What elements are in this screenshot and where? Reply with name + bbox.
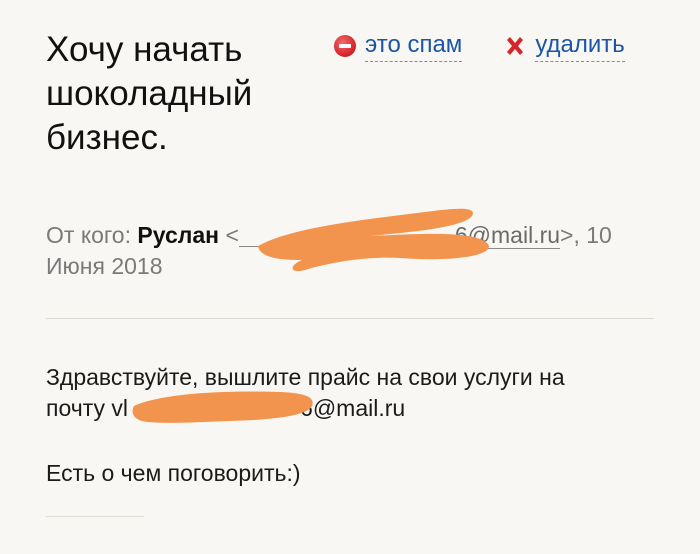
- message-body: Здравствуйте, вышлите прайс на свои услу…: [46, 362, 666, 489]
- spam-button-label: это спам: [365, 30, 463, 62]
- body-paragraph-2: Есть о чем поговорить:): [46, 460, 301, 486]
- message-subject: Хочу начать шоколадный бизнес.: [46, 30, 253, 157]
- footer-divider: [46, 516, 144, 517]
- body-paragraph-1: Здравствуйте, вышлите прайс на свои услу…: [46, 362, 666, 424]
- body-line-1: Здравствуйте, вышлите прайс на свои услу…: [46, 364, 565, 390]
- body-line-2-suffix: 6@mail.ru: [300, 395, 406, 421]
- sender-email-link[interactable]: 6@mail.ru: [454, 222, 561, 249]
- delete-icon: [507, 37, 524, 55]
- body-line-2-prefix: почту vl: [46, 395, 129, 421]
- header-divider: [46, 318, 654, 319]
- from-label: От кого:: [46, 222, 131, 248]
- sender-info: От кого: Руслан <6@mail.ru>, 10 Июня 201…: [46, 220, 656, 282]
- sender-name: Руслан: [137, 222, 220, 248]
- message-actions: это спам удалить: [334, 30, 625, 62]
- body-email-hidden: [128, 394, 300, 416]
- delete-button-label: удалить: [535, 30, 625, 62]
- spam-icon: [334, 35, 356, 57]
- email-open-bracket: <: [225, 222, 239, 248]
- spam-button[interactable]: это спам: [334, 30, 463, 62]
- mail-message-view: Хочу начать шоколадный бизнес. это спам …: [0, 0, 700, 554]
- sender-email-hidden[interactable]: [238, 222, 455, 247]
- delete-button[interactable]: удалить: [504, 30, 625, 62]
